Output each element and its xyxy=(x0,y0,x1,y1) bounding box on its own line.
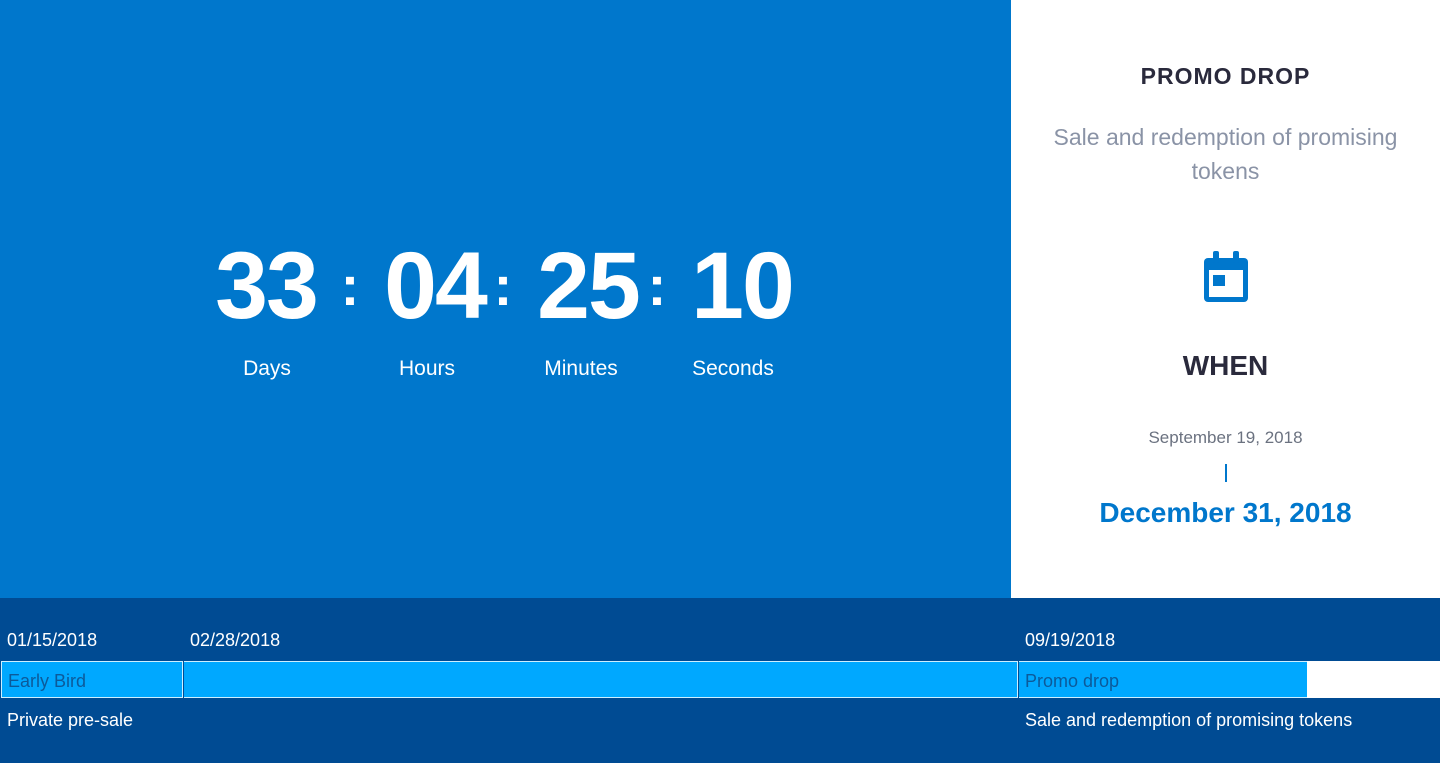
stage-date-promo-drop: 09/19/2018 xyxy=(1025,630,1116,650)
event-info-panel: PROMO DROP Sale and redemption of promis… xyxy=(1011,0,1440,598)
stage-bar-early-bird[interactable]: Early Bird xyxy=(1,661,183,698)
seconds-value: 10 xyxy=(691,233,795,339)
stage-description-promo-drop: Sale and redemption of promising tokens xyxy=(1025,710,1353,730)
seconds-label: Seconds xyxy=(692,357,774,380)
minutes-value: 25 xyxy=(537,233,641,339)
stage-bar-promo-drop[interactable]: Promo drop xyxy=(1019,661,1307,698)
start-date: September 19, 2018 xyxy=(1148,428,1303,447)
timeline-remaining-track xyxy=(1307,661,1440,698)
calendar-icon xyxy=(1204,251,1248,302)
days-value: 33 xyxy=(215,233,319,339)
minutes-seconds-separator: : xyxy=(647,254,667,317)
countdown-panel: 33 : 04 : 25 : 10 Days Hours Minutes Sec… xyxy=(0,0,1011,598)
days-hours-separator: : xyxy=(340,254,360,317)
stage-bar-middle[interactable] xyxy=(184,661,1018,698)
end-date: December 31, 2018 xyxy=(1099,497,1352,528)
hours-minutes-separator: : xyxy=(493,254,513,317)
stage-description-early-bird: Private pre-sale xyxy=(7,710,134,730)
hours-value: 04 xyxy=(384,233,488,339)
minutes-label: Minutes xyxy=(544,357,618,380)
stage-date-middle: 02/28/2018 xyxy=(190,630,281,650)
event-subtitle: Sale and redemption of promising tokens xyxy=(1053,124,1398,184)
date-range-divider xyxy=(1225,464,1227,482)
stage-label-early-bird: Early Bird xyxy=(8,671,87,691)
countdown-timer: 33 : 04 : 25 : 10 xyxy=(0,236,1011,336)
stage-label-promo-drop: Promo drop xyxy=(1025,671,1120,691)
event-title: PROMO DROP xyxy=(1140,63,1311,89)
days-label: Days xyxy=(243,357,291,380)
hours-label: Hours xyxy=(398,357,456,380)
roadmap-timeline: 01/15/2018 02/28/2018 09/19/2018 Early B… xyxy=(0,598,1440,763)
when-heading: WHEN xyxy=(1182,350,1269,381)
stage-date-early-bird: 01/15/2018 xyxy=(7,630,98,650)
